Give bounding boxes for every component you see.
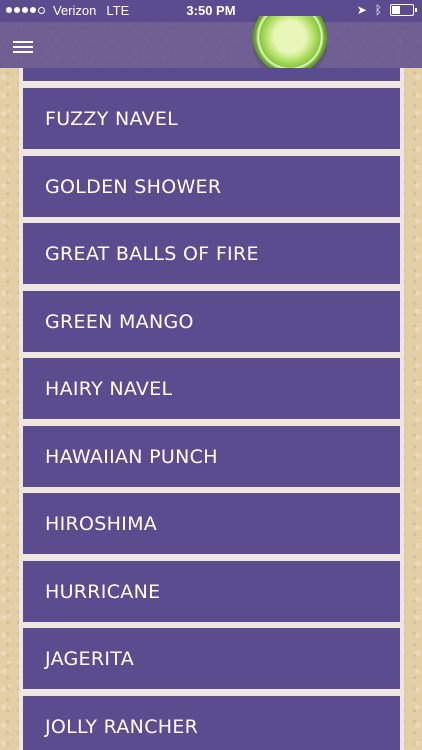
list-item[interactable]: HIROSHIMA — [23, 493, 400, 554]
list-item-label: HIROSHIMA — [45, 512, 158, 535]
cocktail-list[interactable]: FUZZY NAVEL GOLDEN SHOWER GREAT BALLS OF… — [19, 68, 404, 750]
battery-icon — [390, 4, 417, 16]
list-item[interactable]: GOLDEN SHOWER — [23, 156, 400, 217]
list-item-label: HAIRY NAVEL — [45, 377, 173, 400]
list-item[interactable]: JAGERITA — [23, 628, 400, 689]
list-item-label: GREAT BALLS OF FIRE — [45, 242, 259, 265]
list-item[interactable]: HURRICANE — [23, 561, 400, 622]
list-item-partial[interactable] — [23, 68, 400, 81]
list-item-label: JOLLY RANCHER — [45, 715, 199, 738]
status-bar: Verizon LTE 3:50 PM ➤ ᛒ — [0, 0, 422, 22]
status-icons: ➤ ᛒ — [356, 3, 417, 17]
list-item-label: GREEN MANGO — [45, 310, 194, 333]
list-item[interactable]: HAWAIIAN PUNCH — [23, 426, 400, 487]
list-item-label: FUZZY NAVEL — [45, 107, 179, 130]
list-item[interactable]: JOLLY RANCHER — [23, 696, 400, 750]
nav-bar — [0, 16, 422, 74]
hamburger-menu-icon[interactable] — [13, 41, 33, 53]
list-item[interactable]: GREEN MANGO — [23, 291, 400, 352]
list-item-label: HURRICANE — [45, 580, 161, 603]
lime-slice-icon — [253, 16, 327, 76]
location-arrow-icon: ➤ — [356, 3, 367, 17]
bluetooth-icon: ᛒ — [374, 3, 382, 17]
list-item-label: GOLDEN SHOWER — [45, 175, 222, 198]
list-item[interactable]: FUZZY NAVEL — [23, 88, 400, 149]
list-item[interactable]: GREAT BALLS OF FIRE — [23, 223, 400, 284]
list-item[interactable]: HAIRY NAVEL — [23, 358, 400, 419]
list-item-label: HAWAIIAN PUNCH — [45, 445, 218, 468]
list-item-label: JAGERITA — [45, 647, 134, 670]
